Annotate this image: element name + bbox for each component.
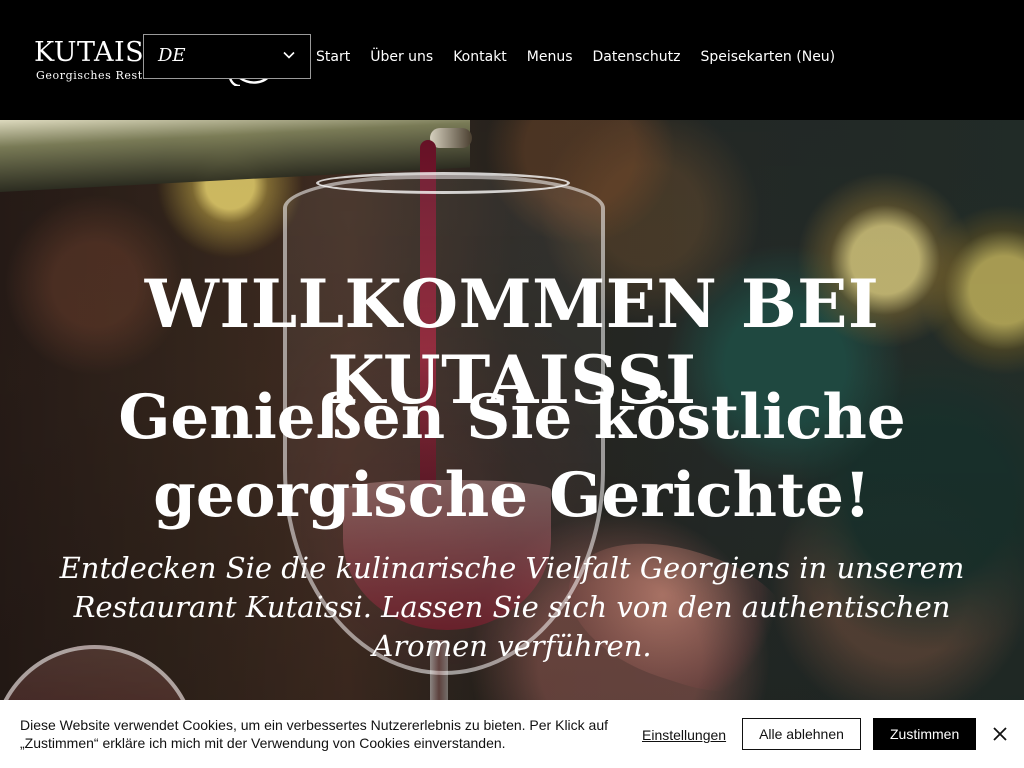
accept-cookies-button[interactable]: Zustimmen [873, 718, 976, 750]
main-navigation: Start Über uns Kontakt Menus Datenschutz… [316, 46, 855, 68]
hero-subtitle: Genießen Sie köstliche georgische Gerich… [118, 381, 906, 531]
nav-contact[interactable]: Kontakt [453, 46, 507, 68]
nav-menu-cards-new[interactable]: Speisekarten (Neu) [700, 46, 835, 68]
nav-menus[interactable]: Menus [527, 46, 573, 68]
cookie-settings-link[interactable]: Einstellungen [642, 726, 726, 744]
cookie-banner: Diese Website verwendet Cookies, um ein … [0, 700, 1024, 768]
page: KUTAISSI Georgisches Restaurant DE Start… [0, 0, 1024, 768]
language-selector[interactable]: DE [143, 34, 311, 79]
site-header: KUTAISSI Georgisches Restaurant DE Start… [0, 0, 1024, 120]
chevron-down-icon [283, 51, 295, 59]
hero-description: Entdecken Sie die kulinarische Vielfalt … [59, 551, 965, 663]
nav-start[interactable]: Start [316, 46, 350, 68]
close-icon[interactable] [988, 722, 1012, 746]
nav-privacy[interactable]: Datenschutz [593, 46, 681, 68]
cookie-text: Diese Website verwendet Cookies, um ein … [20, 717, 609, 751]
wine-bottle-neck [430, 128, 472, 148]
hero-section: WILLKOMMEN BEI KUTAISSI Genießen Sie kös… [0, 95, 1024, 765]
nav-about[interactable]: Über uns [370, 46, 433, 68]
decline-cookies-button[interactable]: Alle ablehnen [742, 718, 861, 750]
wine-glass-rim [316, 172, 570, 194]
language-value: DE [158, 45, 186, 66]
